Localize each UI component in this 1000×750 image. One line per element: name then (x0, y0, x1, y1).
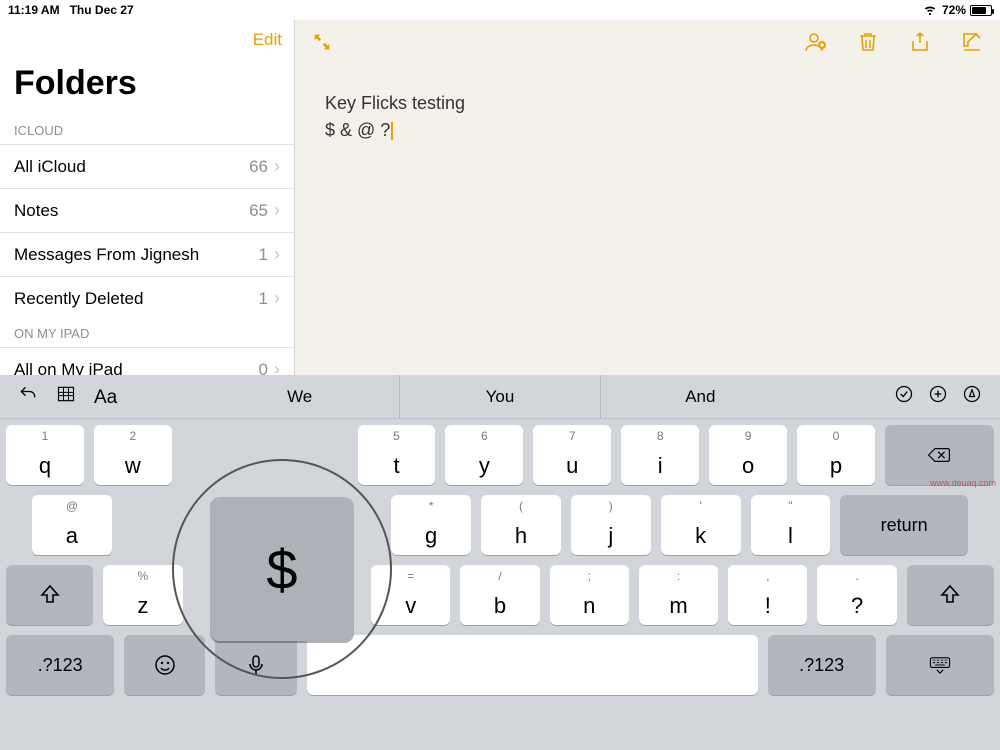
folder-count: 1 (259, 289, 268, 309)
key-w[interactable]: 2w (94, 425, 172, 485)
key-h[interactable]: (h (481, 495, 561, 555)
key-i[interactable]: 8i (621, 425, 699, 485)
folder-count: 66 (249, 157, 268, 177)
chevron-right-icon: › (274, 288, 280, 309)
numeric-mode-key[interactable]: .?123 (768, 635, 876, 695)
battery-percent: 72% (942, 3, 966, 17)
note-line: $ & @ ? (325, 120, 390, 140)
key-a[interactable]: @a (32, 495, 112, 555)
shift-key[interactable] (907, 565, 994, 625)
folder-count: 1 (259, 245, 268, 265)
return-key[interactable]: return (840, 495, 968, 555)
chevron-right-icon: › (274, 244, 280, 265)
key-v[interactable]: =v (371, 565, 450, 625)
folder-row-notes[interactable]: Notes 65 › (0, 188, 294, 232)
onscreen-keyboard: Aa We You And 1q 2w 5t 6y 7u 8i 9o 0p (0, 375, 1000, 750)
status-date: Thu Dec 27 (70, 3, 134, 17)
folder-row-recently-deleted[interactable]: Recently Deleted 1 › (0, 276, 294, 320)
space-key[interactable] (307, 635, 758, 695)
section-icloud-label: ICLOUD (0, 117, 294, 144)
folder-label: Messages From Jignesh (14, 245, 259, 265)
trash-icon[interactable] (856, 30, 880, 59)
text-cursor (391, 122, 393, 140)
key-n[interactable]: ;n (550, 565, 629, 625)
key-m[interactable]: :m (639, 565, 718, 625)
chevron-right-icon: › (274, 200, 280, 221)
suggestion-button[interactable]: And (600, 375, 800, 418)
wifi-icon (922, 3, 938, 18)
folders-sidebar: Edit Folders ICLOUD All iCloud 66 › Note… (0, 20, 295, 375)
page-title: Folders (0, 56, 294, 117)
status-bar: 11:19 AM Thu Dec 27 72% (0, 0, 1000, 20)
key-u[interactable]: 7u (533, 425, 611, 485)
folder-label: Notes (14, 201, 249, 221)
key-q[interactable]: 1q (6, 425, 84, 485)
key-k[interactable]: 'k (661, 495, 741, 555)
key-l[interactable]: "l (751, 495, 831, 555)
note-editor[interactable]: Key Flicks testing $ & @ ? (295, 20, 1000, 375)
collaborate-icon[interactable] (804, 30, 828, 59)
key-comma[interactable]: ,! (728, 565, 807, 625)
backspace-key[interactable] (885, 425, 994, 485)
dismiss-keyboard-key[interactable] (886, 635, 994, 695)
suggestion-button[interactable]: We (200, 375, 399, 418)
format-button[interactable]: Aa (94, 387, 117, 407)
key-o[interactable]: 9o (709, 425, 787, 485)
compose-icon[interactable] (960, 30, 984, 59)
dictation-key[interactable] (215, 635, 296, 695)
key-b[interactable]: /b (460, 565, 539, 625)
share-icon[interactable] (908, 30, 932, 59)
suggestion-button[interactable]: You (399, 375, 599, 418)
key-p[interactable]: 0p (797, 425, 875, 485)
chevron-right-icon: › (274, 156, 280, 177)
battery-icon (970, 5, 992, 16)
table-icon[interactable] (56, 384, 76, 409)
folder-row-messages[interactable]: Messages From Jignesh 1 › (0, 232, 294, 276)
emoji-key[interactable] (124, 635, 205, 695)
key-t[interactable]: 5t (358, 425, 436, 485)
section-ipad-label: ON MY IPAD (0, 320, 294, 347)
undo-icon[interactable] (18, 384, 38, 409)
folder-label: Recently Deleted (14, 289, 259, 309)
check-circle-icon[interactable] (894, 384, 914, 409)
folder-row-all-icloud[interactable]: All iCloud 66 › (0, 144, 294, 188)
markup-circle-icon[interactable] (962, 384, 982, 409)
folder-count: 65 (249, 201, 268, 221)
key-period[interactable]: .? (817, 565, 896, 625)
folder-label: All iCloud (14, 157, 249, 177)
expand-icon[interactable] (311, 40, 333, 57)
note-line: Key Flicks testing (325, 90, 970, 117)
numeric-mode-key[interactable]: .?123 (6, 635, 114, 695)
plus-circle-icon[interactable] (928, 384, 948, 409)
key-j[interactable]: )j (571, 495, 651, 555)
shift-key[interactable] (6, 565, 93, 625)
key-y[interactable]: 6y (445, 425, 523, 485)
edit-button[interactable]: Edit (253, 30, 282, 50)
watermark: www.deuaq.com (930, 478, 996, 488)
key-z[interactable]: %z (103, 565, 182, 625)
status-time: 11:19 AM (8, 3, 60, 17)
key-g[interactable]: *g (391, 495, 471, 555)
note-toolbar (295, 20, 1000, 60)
